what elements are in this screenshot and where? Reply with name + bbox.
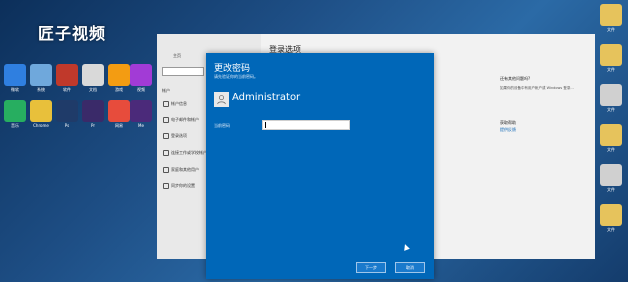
desktop-icon-label: 文件 [607,107,615,112]
nav-home[interactable]: 主页 [173,53,181,59]
desktop-file-icon[interactable]: 文件 [600,4,622,32]
current-password-input[interactable] [262,120,350,130]
desktop-icon-label: 文件 [607,227,615,232]
desktop-file-icon[interactable]: 文件 [600,164,622,192]
desktop-icon-label: 视频 [137,87,145,92]
desktop-app-icon[interactable]: Ps [56,100,78,128]
desktop-file-icon[interactable]: 文件 [600,204,622,232]
desktop-file-icon[interactable]: 文件 [600,44,622,72]
desktop-app-icon[interactable]: 微软 [4,64,26,92]
dialog-title: 更改密码 [214,64,251,74]
username: Administrator [232,92,301,103]
desktop-file-icon[interactable]: 文件 [600,84,622,112]
sidebar-item-account-info[interactable]: 帐户信息 [163,101,187,107]
change-password-dialog: 更改密码 请先验证你的当前密码。 Administrator 当前密码 下一步 … [206,53,434,279]
watermark: 匠子视频 [38,24,107,43]
password-label: 当前密码 [214,123,230,128]
sidebar-item-sync[interactable]: 同步你的设置 [163,183,195,189]
desktop-icon-label: 文件 [607,147,615,152]
desktop-app-icon[interactable]: 文档 [82,64,104,92]
sidebar-item-family[interactable]: 家庭和其他用户 [163,167,199,173]
desktop-icon-label: Me [138,123,144,128]
desktop-app-icon[interactable]: 视频 [130,64,152,92]
user-icon [217,95,226,105]
user-avatar [214,92,229,107]
sidebar-item-sign-in[interactable]: 登录选项 [163,133,187,139]
desktop-app-icon[interactable]: 音乐 [4,100,26,128]
help-heading: 获取帮助 [500,120,516,125]
desktop-icon-label: 文件 [607,67,615,72]
text-caret [265,122,266,128]
sidebar-section-title: 帐户 [162,88,170,93]
related-heading: 还有其他问题吗? [500,76,531,81]
settings-search-input[interactable] [162,67,204,76]
sidebar-item-email[interactable]: 电子邮件和帐户 [163,117,199,123]
desktop-app-icon[interactable]: Chrome [30,100,52,128]
dialog-subtitle: 请先验证你的当前密码。 [214,74,258,79]
desktop-file-icon[interactable]: 文件 [600,124,622,152]
feedback-link[interactable]: 提供反馈 [500,127,516,133]
desktop-app-icon[interactable]: 系统 [30,64,52,92]
cancel-button[interactable]: 取消 [395,262,425,273]
sidebar-item-work-school[interactable]: 连接工作或学校帐户 [163,150,207,156]
desktop-app-icon[interactable]: 网易 [108,100,130,128]
desktop-icon-label: 文件 [607,187,615,192]
desktop-app-icon[interactable]: Pr [82,100,104,128]
next-button[interactable]: 下一步 [356,262,386,273]
desktop-app-icon[interactable]: Me [130,100,152,128]
desktop-app-icon[interactable]: 软件 [56,64,78,92]
desktop-icon-label: 文件 [607,27,615,32]
related-description: 如果你的设备中有用户帐户或 Windows 登录... [500,86,574,90]
desktop-app-icon[interactable]: 游戏 [108,64,130,92]
